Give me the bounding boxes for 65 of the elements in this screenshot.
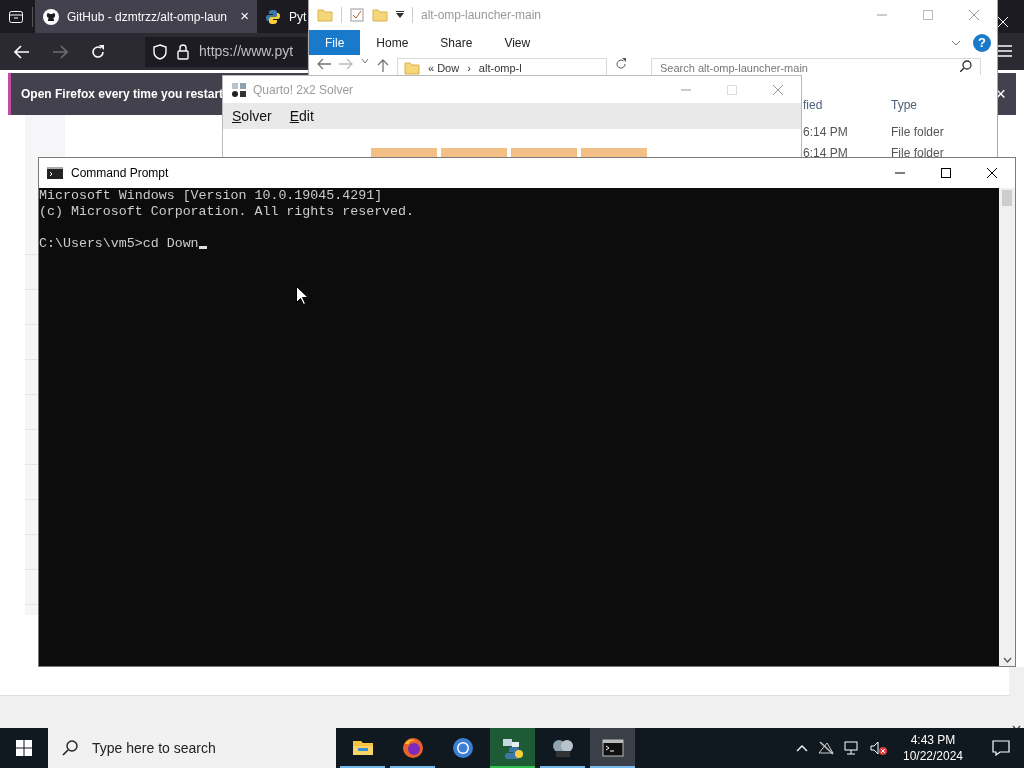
ribbon-tab[interactable]: View: [488, 30, 547, 55]
up-arrow-icon[interactable]: [377, 58, 389, 72]
chevron-up-icon[interactable]: [796, 744, 808, 752]
scroll-thumb[interactable]: [1002, 190, 1012, 206]
lock-icon: [177, 43, 189, 60]
terminal-icon: [47, 167, 63, 179]
network-icon[interactable]: [844, 741, 860, 755]
ribbon-tab[interactable]: Share: [424, 30, 489, 55]
menu-item[interactable]: Edit: [289, 105, 314, 127]
reload-icon[interactable]: [90, 43, 106, 60]
window-title: Quarto! 2x2 Solver: [253, 81, 354, 99]
network-offline-icon[interactable]: [818, 741, 834, 755]
folder-icon: [317, 7, 333, 23]
windows-start-icon[interactable]: [16, 740, 32, 756]
mouse-cursor-icon: [296, 286, 308, 305]
table-cell-text: File folder: [891, 123, 944, 141]
chevron-down-icon[interactable]: [951, 39, 961, 46]
app-icon: [231, 81, 247, 98]
console-line: (c) Microsoft Corporation. All rights reserved.: [39, 204, 415, 220]
column-header[interactable]: Type: [891, 96, 991, 114]
taskbar-button[interactable]: [490, 728, 535, 768]
terminal-icon: [600, 736, 625, 760]
caret-icon[interactable]: [396, 11, 404, 19]
browser-tab[interactable]: GitHub - dzmtrzz/alt-omp-laun ×: [35, 0, 257, 33]
table-cell-text: 6:14 PM: [803, 123, 849, 141]
notification-text: Open Firefox every time you restart: [21, 86, 224, 103]
help-button[interactable]: ?: [973, 33, 991, 52]
console-line: Microsoft Windows [Version 10.0.19045.4291]: [39, 188, 383, 204]
forward-arrow-icon: [52, 44, 68, 59]
close-icon[interactable]: [987, 168, 997, 178]
address-bar[interactable]: https://www.pyt: [145, 36, 307, 67]
python-icon: [265, 8, 281, 25]
window-title: Command Prompt: [71, 165, 169, 182]
search-icon[interactable]: [960, 60, 972, 72]
github-icon: [43, 8, 59, 25]
ribbon-tab[interactable]: File: [309, 30, 361, 55]
shield-icon: [153, 43, 167, 60]
firefox-icon: [400, 736, 425, 760]
scrollbar[interactable]: [999, 188, 1015, 666]
maximize-icon[interactable]: [941, 168, 951, 178]
window-title: alt-omp-launcher-main: [421, 7, 542, 24]
browser-icon: [450, 736, 475, 760]
table-cell-text: File folder: [891, 144, 944, 161]
checkmark-icon[interactable]: [350, 8, 364, 22]
forward-arrow-icon: [339, 58, 353, 70]
browser-tab[interactable]: Pyt: [257, 0, 307, 33]
clock-time: 4:43 PM: [909, 732, 957, 748]
tab-list-icon[interactable]: [9, 10, 23, 23]
ribbon-tab[interactable]: Home: [360, 30, 425, 55]
search-field[interactable]: Type here to search: [48, 728, 336, 768]
menu-icon[interactable]: [998, 45, 1012, 57]
volume-muted-icon[interactable]: [870, 741, 888, 755]
tab-close-button[interactable]: ×: [240, 5, 249, 28]
menu-item[interactable]: Solver: [232, 105, 272, 127]
clock-date: 10/22/2024: [901, 748, 965, 764]
refresh-icon[interactable]: [615, 58, 627, 70]
notifications-icon[interactable]: [992, 740, 1010, 756]
text-cursor: [198, 246, 207, 249]
python-icon: [500, 736, 525, 760]
column-header[interactable]: fied: [803, 96, 891, 114]
console-line: C:\Users\vm5>cd Down: [39, 236, 199, 252]
search-icon: [62, 740, 78, 756]
taskbar-button[interactable]: [590, 728, 635, 768]
table-cell-text: 6:14 PM: [803, 144, 849, 161]
clock[interactable]: 4:43 PM 10/22/2024: [898, 732, 968, 764]
